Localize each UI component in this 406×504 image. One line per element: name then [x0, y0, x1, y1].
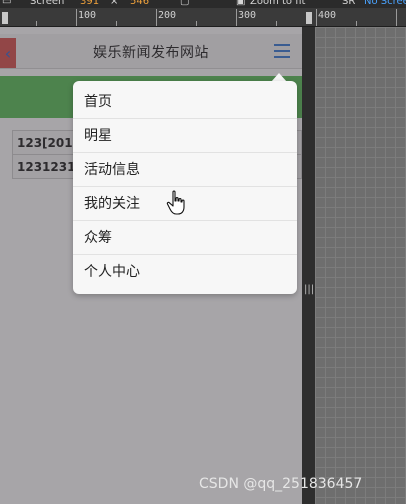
- menu-item-stars[interactable]: 明星: [73, 119, 297, 153]
- screen-label[interactable]: Screen: [30, 0, 64, 8]
- resize-gutter[interactable]: [302, 27, 315, 504]
- times-label: ×: [110, 0, 119, 7]
- menu-item-home[interactable]: 首页: [73, 85, 297, 119]
- ruler-left-handle[interactable]: [2, 12, 8, 24]
- devtools-toolbar: ▭ Screen 391 × 546 ▢ ▣ Zoom to fit SR No…: [0, 0, 406, 8]
- nav-dropdown-menu: 首页 明星 活动信息 我的关注 众筹 个人中心: [73, 81, 297, 294]
- menu-item-events[interactable]: 活动信息: [73, 153, 297, 187]
- ruler-label: 100: [78, 10, 97, 21]
- sr-label: SR: [342, 0, 356, 7]
- height-field[interactable]: 546: [130, 0, 149, 8]
- menu-item-profile[interactable]: 个人中心: [73, 255, 297, 289]
- ruler-right-handle[interactable]: [306, 12, 312, 24]
- horizontal-ruler: 100 200 300 400: [0, 8, 406, 27]
- hand-cursor-icon: [166, 190, 185, 215]
- rotate-icon[interactable]: ▢: [180, 0, 189, 8]
- watermark: CSDN @qq_251836457: [199, 476, 363, 492]
- menu-item-crowdfunding[interactable]: 众筹: [73, 221, 297, 255]
- width-field[interactable]: 391: [80, 0, 99, 8]
- canvas-grid-background: [315, 27, 406, 504]
- screen-icon: ▭: [2, 0, 12, 7]
- ruler-label: 200: [158, 10, 177, 21]
- no-screen-select[interactable]: No Screen: [364, 0, 406, 8]
- zoom-to-fit-button[interactable]: Zoom to fit: [250, 0, 305, 8]
- fit-icon[interactable]: ▣: [236, 0, 245, 8]
- ruler-label: 400: [318, 10, 337, 21]
- resize-handle[interactable]: |||: [304, 284, 314, 296]
- ruler-label: 300: [238, 10, 257, 21]
